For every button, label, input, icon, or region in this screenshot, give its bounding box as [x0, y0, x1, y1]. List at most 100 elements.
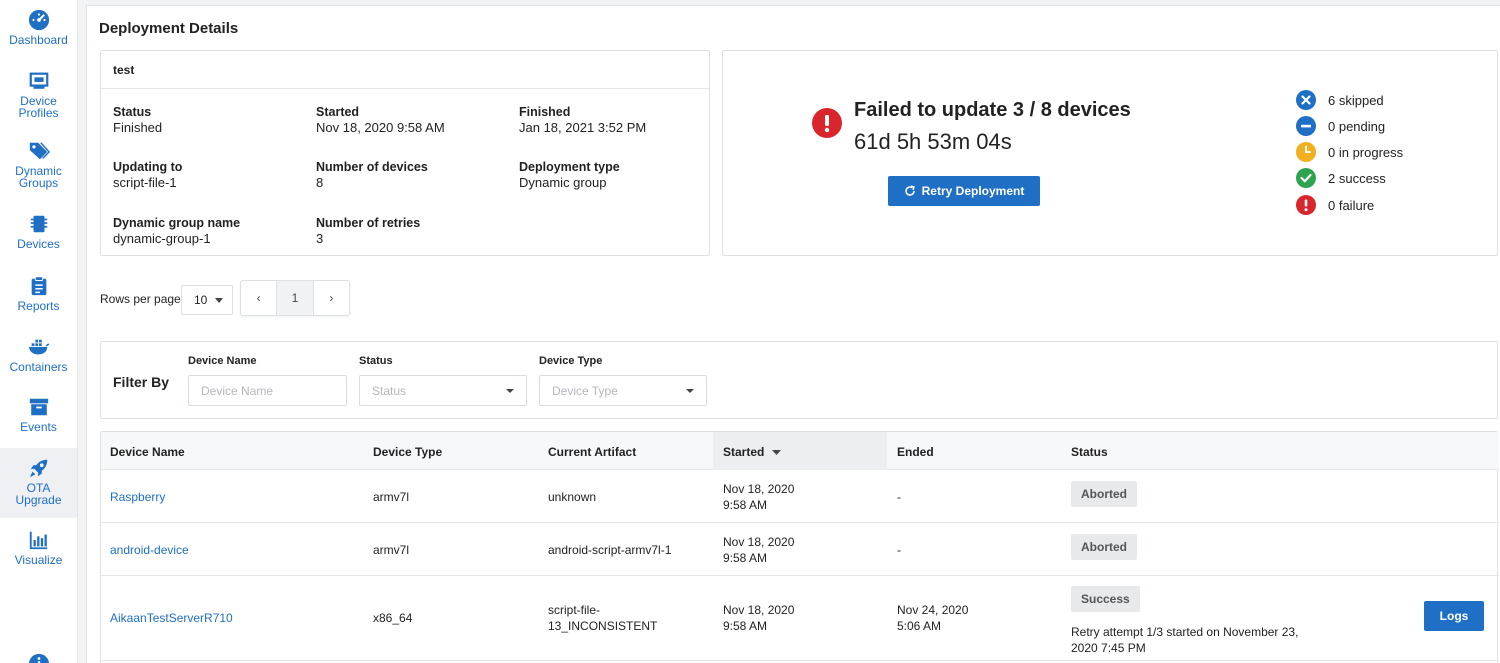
sidebar-item-devices[interactable]: Devices — [0, 213, 77, 250]
artifact-line: script-file- — [548, 603, 601, 617]
refresh-icon — [904, 185, 915, 196]
sidebar-item-label: Dashboard — [9, 33, 68, 47]
retry-note-line: Retry attempt 1/3 started on November 23… — [1071, 625, 1299, 639]
sidebar-item-reports[interactable]: Reports — [0, 275, 77, 312]
minus-circle-icon — [1296, 116, 1316, 136]
field-value: Finished — [113, 120, 163, 135]
retry-note: Retry attempt 1/3 started on November 23… — [1071, 624, 1298, 656]
sidebar-item-label: Reports — [17, 299, 60, 313]
field-status: Status Finished — [113, 104, 162, 136]
sidebar-item-dynamic-groups[interactable]: Dynamic Groups — [0, 140, 77, 189]
status-placeholder: Status — [372, 383, 407, 398]
col-started[interactable]: Started — [723, 445, 782, 459]
device-name-filter-input[interactable]: Device Name — [188, 375, 347, 406]
table-header: Device Name Device Type Current Artifact… — [101, 432, 1499, 470]
ended-cell: - — [897, 490, 901, 504]
status-filter-select[interactable]: Status — [359, 375, 527, 406]
table-row: android-device armv7l android-script-arm… — [101, 523, 1499, 576]
gauge-icon — [28, 9, 49, 31]
sidebar-item-containers[interactable]: Containers — [0, 336, 77, 373]
device-type-cell: armv7l — [373, 543, 410, 557]
device-name-link[interactable]: android-device — [110, 542, 189, 558]
caret-down-icon — [506, 389, 514, 393]
device-name-link[interactable]: AikaanTestServerR710 — [110, 610, 233, 626]
started-cell: Nov 18, 2020 9:58 AM — [723, 534, 794, 566]
ended-date: Nov 24, 2020 — [897, 603, 969, 617]
stat-label: 0 failure — [1328, 197, 1375, 213]
sidebar-item-label: Containers — [9, 360, 68, 374]
sidebar-item-label: Device Profiles — [18, 94, 59, 120]
field-deployment-type: Deployment type Dynamic group — [519, 159, 620, 191]
device-type-filter-select[interactable]: Device Type — [539, 375, 707, 406]
stat-success: 2 success — [1296, 168, 1386, 188]
field-started: Started Nov 18, 2020 9:58 AM — [316, 104, 445, 136]
col-status[interactable]: Status — [1071, 445, 1108, 459]
col-started-label: Started — [723, 445, 765, 459]
retry-deployment-button[interactable]: Retry Deployment — [888, 176, 1040, 206]
pagination-control: ‹ 1 › — [240, 280, 350, 316]
caret-down-icon — [215, 297, 224, 303]
status-badge: Aborted — [1071, 534, 1137, 560]
col-device-type[interactable]: Device Type — [373, 445, 442, 459]
chip-icon — [30, 215, 47, 233]
field-value: 3 — [316, 231, 324, 246]
device-type-filter-label: Device Type — [539, 355, 603, 367]
sidebar-item-info[interactable] — [0, 653, 77, 663]
device-deployment-table: Device Name Device Type Current Artifact… — [100, 431, 1499, 663]
docker-icon — [28, 339, 49, 355]
deployment-info-card: test Status Finished Started Nov 18, 202… — [100, 50, 710, 256]
sidebar-item-dashboard[interactable]: Dashboard — [0, 9, 77, 46]
rocket-icon — [29, 459, 47, 478]
field-label: Finished — [519, 105, 571, 119]
sidebar-item-device-profiles[interactable]: Device Profiles — [0, 70, 77, 119]
stat-label: 6 skipped — [1328, 92, 1384, 108]
table-row: Raspberry armv7l unknown Nov 18, 2020 9:… — [101, 470, 1499, 523]
stat-label: 0 pending — [1328, 118, 1386, 134]
field-number-of-retries: Number of retries 3 — [316, 215, 420, 247]
sidebar-item-label: Devices — [17, 237, 60, 251]
field-finished: Finished Jan 18, 2021 3:52 PM — [519, 104, 646, 136]
stat-skipped: 6 skipped — [1296, 90, 1384, 110]
clipboard-icon — [31, 276, 46, 296]
started-cell: Nov 18, 2020 9:58 AM — [723, 481, 794, 513]
field-label: Number of devices — [316, 160, 428, 174]
sidebar-item-label: OTA Upgrade — [15, 481, 62, 507]
caret-down-icon — [686, 389, 694, 393]
exclamation-circle-icon — [1296, 195, 1316, 215]
prev-page-button[interactable]: ‹ — [241, 281, 276, 315]
device-name-link[interactable]: Raspberry — [110, 489, 165, 505]
next-page-button[interactable]: › — [314, 281, 349, 315]
bar-chart-icon — [29, 531, 47, 550]
device-profiles-icon — [29, 72, 48, 89]
col-ended[interactable]: Ended — [897, 445, 934, 459]
current-page-button[interactable]: 1 — [276, 281, 314, 315]
field-label: Started — [316, 105, 360, 119]
status-badge: Aborted — [1071, 481, 1137, 507]
ended-cell: Nov 24, 2020 5:06 AM — [897, 602, 968, 634]
exclamation-circle-icon — [812, 108, 842, 138]
field-label: Updating to — [113, 160, 183, 174]
device-type-cell: x86_64 — [373, 611, 413, 625]
logs-button[interactable]: Logs — [1424, 601, 1484, 631]
rows-per-page-select[interactable]: 10 — [181, 285, 233, 315]
col-current-artifact[interactable]: Current Artifact — [548, 445, 636, 459]
field-label: Deployment type — [519, 160, 620, 174]
started-time: 9:58 AM — [723, 551, 768, 565]
stat-failure: 0 failure — [1296, 195, 1374, 215]
field-value: Dynamic group — [519, 175, 607, 190]
ended-time: 5:06 AM — [897, 619, 942, 633]
archive-box-icon — [29, 398, 48, 416]
app-root: Dashboard Device Profiles Dynamic Groups D… — [0, 0, 1500, 663]
tags-icon — [29, 142, 50, 160]
field-value: Nov 18, 2020 9:58 AM — [316, 120, 445, 135]
sidebar-item-ota-upgrade[interactable]: OTA Upgrade — [0, 448, 77, 518]
sidebar-item-events[interactable]: Events — [0, 396, 77, 433]
col-device-name[interactable]: Device Name — [110, 445, 185, 459]
retry-note-line: 2020 7:45 PM — [1071, 641, 1146, 655]
field-number-of-devices: Number of devices 8 — [316, 159, 428, 191]
sort-desc-icon — [772, 449, 782, 455]
sidebar: Dashboard Device Profiles Dynamic Groups D… — [0, 0, 78, 663]
ended-cell: - — [897, 543, 901, 557]
field-updating-to: Updating to script-file-1 — [113, 159, 182, 191]
sidebar-item-visualize[interactable]: Visualize — [0, 529, 77, 566]
